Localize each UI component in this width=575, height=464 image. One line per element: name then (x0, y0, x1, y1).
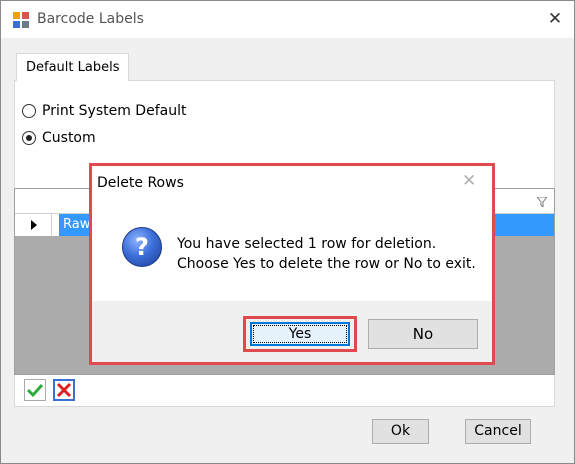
delete-button[interactable] (53, 379, 75, 401)
window-close-button[interactable]: ✕ (541, 5, 569, 33)
print-system-default-radio[interactable] (22, 104, 36, 118)
dialog-title: Delete Rows (97, 175, 184, 191)
custom-label: Custom (42, 130, 96, 146)
dialog-footer: Yes No (92, 301, 492, 362)
title-bar: Barcode Labels ✕ (1, 1, 574, 38)
no-button[interactable]: No (368, 319, 478, 349)
cancel-button[interactable]: Cancel (465, 419, 531, 444)
app-icon (13, 12, 29, 28)
accept-button[interactable] (24, 379, 46, 401)
tab-default-labels[interactable]: Default Labels (16, 53, 130, 81)
yes-button-highlight: Yes (243, 316, 357, 352)
print-system-default-label: Print System Default (42, 103, 187, 119)
ok-button[interactable]: Ok (372, 419, 429, 444)
dialog-message: You have selected 1 row for deletion. Ch… (177, 234, 476, 274)
print-system-default-option[interactable]: Print System Default (22, 102, 186, 120)
dialog-body: ? You have selected 1 row for deletion. … (92, 206, 492, 301)
checkmark-icon (26, 383, 44, 398)
question-icon: ? (122, 227, 162, 267)
message-line-1: You have selected 1 row for deletion. (177, 236, 437, 252)
dialog-close-button[interactable]: ✕ (462, 171, 476, 191)
red-x-icon (56, 382, 72, 398)
yes-button[interactable]: Yes (250, 322, 350, 346)
funnel-icon[interactable] (537, 197, 547, 207)
current-row-arrow-icon (31, 220, 37, 230)
row-indicator[interactable] (15, 214, 52, 236)
tab-strip: Default Labels (14, 53, 551, 81)
custom-radio[interactable] (22, 131, 36, 145)
delete-rows-dialog: Delete Rows ✕ ? You have selected 1 row … (89, 163, 495, 365)
window-title: Barcode Labels (37, 11, 144, 27)
message-line-2: Choose Yes to delete the row or No to ex… (177, 256, 476, 272)
custom-option[interactable]: Custom (22, 129, 96, 147)
